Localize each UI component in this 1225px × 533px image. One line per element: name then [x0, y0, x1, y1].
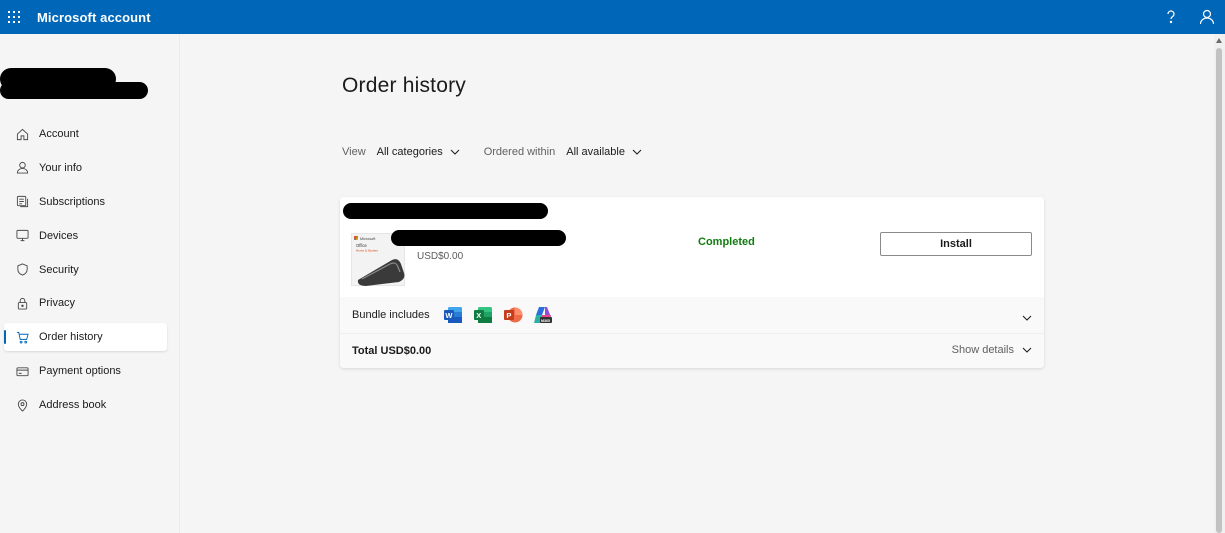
ordered-within-label: Ordered within: [483, 146, 556, 158]
sidebar-item-address-book[interactable]: Address book: [0, 391, 180, 419]
app-title[interactable]: Microsoft account: [37, 10, 151, 25]
sidebar-item-label: Security: [39, 263, 79, 276]
product-image-name: Office: [356, 243, 368, 248]
view-filter-label: View: [342, 146, 366, 158]
sidebar-item-label: Subscriptions: [39, 195, 106, 208]
sidebar-item-payment-options[interactable]: Payment options: [0, 357, 180, 385]
category-dropdown-value: All categories: [376, 146, 443, 158]
svg-text:X: X: [476, 311, 481, 320]
bundle-includes-row[interactable]: Bundle includes W X P M365: [340, 297, 1044, 333]
monitor-icon: [15, 229, 29, 243]
status-badge: Completed: [698, 236, 755, 248]
sidebar-item-label: Address book: [39, 399, 107, 412]
order-total-row: Total USD$0.00 Show details: [340, 333, 1044, 368]
lock-icon: [15, 296, 29, 310]
sidebar-item-devices[interactable]: Devices: [0, 222, 180, 250]
sidebar-item-order-history[interactable]: Order history: [4, 323, 167, 352]
subscriptions-icon: [15, 195, 29, 209]
sidebar-item-label: Order history: [39, 331, 103, 344]
waffle-icon[interactable]: [0, 0, 28, 34]
redacted-order-title: [343, 203, 548, 219]
copilot-icon: M365: [532, 304, 554, 326]
chevron-down-icon: [1022, 347, 1032, 353]
order-price: USD$0.00: [417, 251, 464, 262]
sidebar-item-label: Account: [39, 128, 79, 140]
page-scrollbar[interactable]: [1214, 34, 1225, 533]
redacted-product-name: [391, 230, 566, 246]
sidebar-nav: Account Your info Subscriptions Devices …: [0, 120, 180, 425]
home-icon: [15, 127, 29, 141]
sidebar-item-account[interactable]: Account: [0, 120, 180, 148]
sidebar-item-privacy[interactable]: Privacy: [0, 289, 180, 317]
profile-icon[interactable]: [1189, 0, 1225, 34]
order-total: Total USD$0.00: [352, 345, 432, 357]
powerpoint-icon: P: [502, 304, 524, 326]
date-range-dropdown-value: All available: [566, 146, 625, 158]
location-pin-icon: [15, 398, 29, 412]
excel-icon: X: [472, 304, 494, 326]
page-title: Order history: [342, 74, 466, 97]
sidebar: Account Your info Subscriptions Devices …: [0, 34, 180, 533]
bundle-includes-label: Bundle includes: [352, 309, 430, 321]
product-image-edition: Home & Student: [356, 249, 378, 253]
word-icon: W: [442, 304, 464, 326]
install-button[interactable]: Install: [880, 232, 1032, 256]
filter-bar: View All categories Ordered within All a…: [342, 146, 666, 158]
card-icon: [15, 364, 29, 378]
scroll-thumb[interactable]: [1216, 48, 1222, 533]
date-range-dropdown[interactable]: All available: [566, 146, 642, 158]
help-icon[interactable]: [1153, 0, 1189, 34]
product-image-brand: Microsoft: [360, 237, 376, 241]
cart-icon: [15, 330, 29, 344]
sidebar-item-label: Your info: [39, 161, 83, 174]
sidebar-item-label: Privacy: [39, 297, 76, 310]
sidebar-item-your-info[interactable]: Your info: [0, 154, 180, 182]
person-icon: [15, 161, 29, 175]
chevron-down-icon: [450, 149, 460, 155]
header-actions: [1153, 0, 1225, 34]
sidebar-item-subscriptions[interactable]: Subscriptions: [0, 188, 180, 216]
chevron-down-icon: [632, 149, 642, 155]
category-dropdown[interactable]: All categories: [377, 146, 460, 158]
redacted-user-name: [0, 82, 148, 99]
order-card: Microsoft Office Home & Student USD$0.00…: [340, 197, 1044, 368]
svg-text:P: P: [506, 311, 511, 320]
sidebar-item-security[interactable]: Security: [0, 256, 180, 284]
sidebar-item-label: Payment options: [39, 365, 121, 378]
top-bar: Microsoft account: [0, 0, 1225, 34]
order-summary: Microsoft Office Home & Student USD$0.00…: [340, 197, 1044, 297]
show-details-label: Show details: [951, 344, 1014, 356]
svg-text:W: W: [445, 311, 453, 320]
svg-text:M365: M365: [541, 319, 550, 323]
shield-icon: [15, 263, 29, 277]
scroll-up-arrow-icon[interactable]: [1216, 38, 1222, 43]
sidebar-item-label: Devices: [39, 229, 79, 242]
show-details-button[interactable]: Show details: [952, 344, 1032, 356]
chevron-down-icon[interactable]: [1022, 308, 1032, 326]
